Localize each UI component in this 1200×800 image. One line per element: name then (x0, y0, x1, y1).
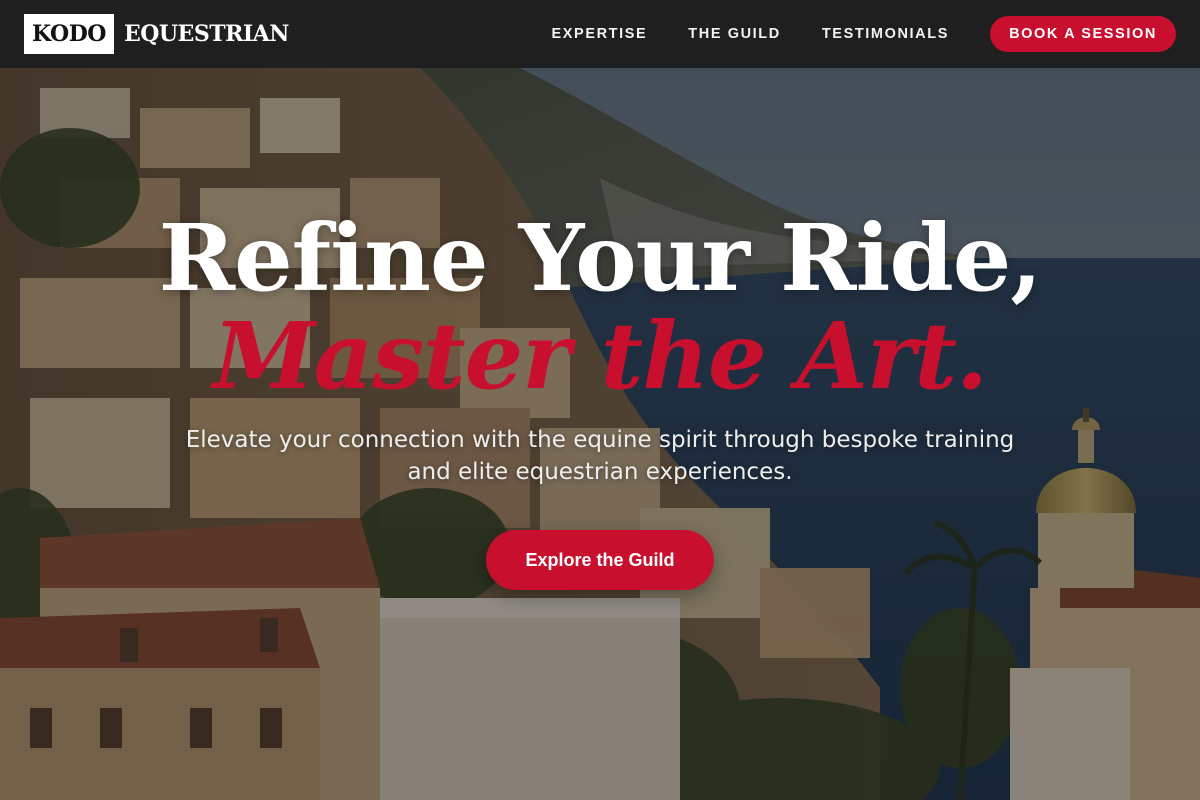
hero-subtitle: Elevate your connection with the equine … (185, 427, 1015, 485)
hero-headline-line1: Refine Your Ride, (158, 204, 1043, 312)
hero-section: Refine Your Ride, Master the Art. Elevat… (0, 68, 1200, 800)
logo-wordmark: EQUESTRIAN (123, 21, 289, 47)
nav-link-testimonials[interactable]: TESTIMONIALS (822, 26, 949, 42)
main-nav: EXPERTISE THE GUILD TESTIMONIALS BOOK A … (552, 16, 1176, 52)
nav-link-the-guild[interactable]: THE GUILD (688, 26, 781, 42)
logo-box: KODO (24, 14, 114, 54)
explore-guild-button[interactable]: Explore the Guild (486, 530, 714, 590)
book-session-button[interactable]: BOOK A SESSION (990, 16, 1176, 52)
nav-link-expertise[interactable]: EXPERTISE (552, 26, 648, 42)
top-navbar: KODO EQUESTRIAN EXPERTISE THE GUILD TEST… (0, 0, 1200, 68)
hero-headline-line2: Master the Art. (212, 302, 988, 410)
brand-logo[interactable]: KODO EQUESTRIAN (24, 14, 289, 54)
